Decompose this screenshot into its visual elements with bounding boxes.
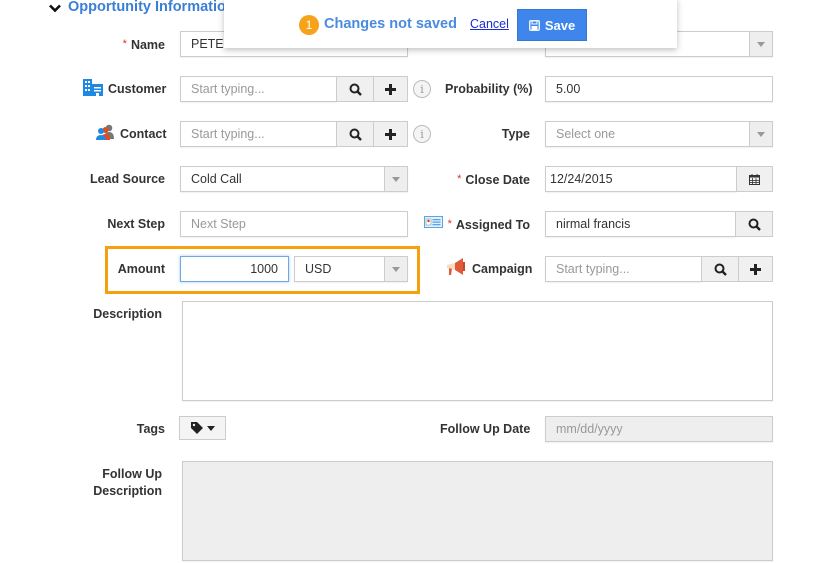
caret-down-icon bbox=[392, 176, 400, 182]
contact-info-icon[interactable]: i bbox=[413, 125, 431, 143]
amount-label: Amount bbox=[117, 262, 165, 276]
assigned-to-input[interactable]: nirmal francis bbox=[545, 211, 736, 237]
customer-input[interactable]: Start typing... bbox=[180, 76, 337, 102]
search-icon bbox=[748, 218, 761, 231]
customer-label: Customer bbox=[108, 82, 167, 96]
lead-source-select[interactable]: Cold Call bbox=[180, 166, 408, 192]
caret-down-icon bbox=[757, 41, 765, 47]
building-icon bbox=[83, 79, 103, 96]
campaign-input[interactable]: Start typing... bbox=[545, 256, 702, 282]
calendar-icon bbox=[749, 173, 760, 185]
type-select[interactable]: Select one bbox=[545, 121, 773, 147]
follow-up-description-textarea[interactable] bbox=[182, 461, 773, 561]
search-icon bbox=[714, 263, 727, 276]
campaign-add-button[interactable] bbox=[738, 256, 773, 282]
currency-dropdown-button[interactable] bbox=[384, 256, 408, 282]
description-label: Description bbox=[93, 307, 162, 321]
caret-down-icon bbox=[206, 425, 215, 431]
amount-input[interactable]: 1000 bbox=[180, 256, 289, 282]
contact-search-button[interactable] bbox=[336, 121, 374, 147]
megaphone-icon bbox=[447, 258, 465, 275]
description-textarea[interactable] bbox=[182, 301, 773, 401]
chevron-down-icon[interactable] bbox=[49, 4, 61, 13]
changes-not-saved-text: Changes not saved bbox=[324, 16, 457, 32]
cancel-link[interactable]: Cancel bbox=[470, 17, 509, 31]
search-icon bbox=[349, 128, 362, 141]
follow-up-date-input[interactable]: mm/dd/yyyy bbox=[545, 416, 773, 442]
name-label: * Name bbox=[122, 38, 165, 52]
next-step-label: Next Step bbox=[107, 217, 165, 231]
type-label: Type bbox=[501, 127, 530, 141]
lead-source-label: Lead Source bbox=[89, 172, 165, 186]
caret-down-icon bbox=[392, 266, 400, 272]
caret-down-icon bbox=[757, 131, 765, 137]
id-card-icon bbox=[424, 216, 443, 228]
follow-up-date-label: Follow Up Date bbox=[440, 422, 531, 436]
contacts-icon bbox=[96, 124, 114, 140]
close-date-input[interactable]: 12/24/2015 bbox=[545, 166, 737, 192]
close-date-label: * Close Date bbox=[457, 173, 530, 187]
contact-input[interactable]: Start typing... bbox=[180, 121, 337, 147]
customer-add-button[interactable] bbox=[373, 76, 408, 102]
changes-count-badge: 1 bbox=[299, 15, 319, 35]
campaign-search-button[interactable] bbox=[701, 256, 739, 282]
search-icon bbox=[349, 83, 362, 96]
type-dropdown-button[interactable] bbox=[749, 121, 773, 147]
stage-dropdown-button[interactable] bbox=[749, 31, 773, 57]
customer-info-icon[interactable]: i bbox=[413, 80, 431, 98]
probability-input[interactable]: 5.00 bbox=[545, 76, 773, 102]
save-button[interactable]: Save bbox=[517, 9, 587, 41]
calendar-button[interactable] bbox=[736, 166, 773, 192]
tags-dropdown-button[interactable] bbox=[179, 416, 226, 440]
contact-add-button[interactable] bbox=[373, 121, 408, 147]
next-step-input[interactable]: Next Step bbox=[180, 211, 408, 237]
assigned-to-search-button[interactable] bbox=[735, 211, 773, 237]
floppy-disk-icon bbox=[528, 19, 540, 31]
plus-icon bbox=[385, 83, 396, 95]
campaign-label: Campaign bbox=[472, 262, 533, 276]
customer-search-button[interactable] bbox=[336, 76, 374, 102]
tags-label: Tags bbox=[136, 422, 165, 436]
assigned-to-label: * Assigned To bbox=[447, 218, 530, 232]
tag-icon bbox=[190, 422, 203, 434]
plus-icon bbox=[750, 263, 761, 275]
plus-icon bbox=[385, 128, 396, 140]
contact-label: Contact bbox=[120, 127, 167, 141]
lead-source-dropdown-button[interactable] bbox=[384, 166, 408, 192]
section-title[interactable]: Opportunity Information bbox=[68, 0, 235, 15]
follow-up-description-label: Follow Up Description bbox=[93, 467, 162, 498]
currency-select[interactable]: USD bbox=[294, 256, 408, 282]
probability-label: Probability (%) bbox=[445, 82, 533, 96]
